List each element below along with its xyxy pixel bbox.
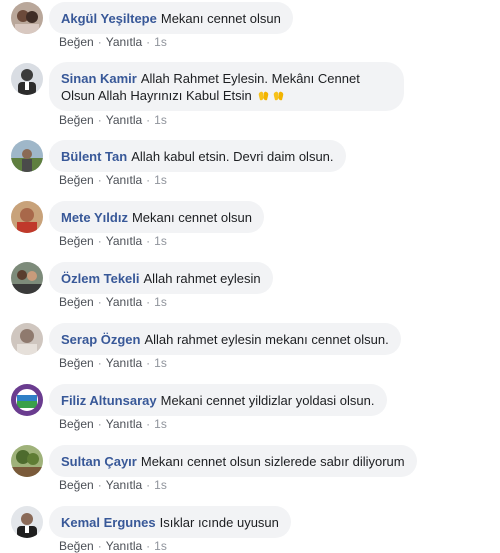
- timestamp[interactable]: 1s: [154, 234, 167, 248]
- comment-bubble: Serap Özgen Allah rahmet eylesin mekanı c…: [49, 323, 401, 355]
- timestamp[interactable]: 1s: [154, 35, 167, 49]
- separator: ·: [97, 478, 102, 492]
- comment-bubble: Filiz Altunsaray Mekani cennet yildizlar …: [49, 384, 387, 416]
- avatar[interactable]: [11, 2, 43, 34]
- separator: ·: [97, 113, 102, 127]
- separator: ·: [146, 417, 151, 431]
- comment-actions: Beğen · Yanıtla · 1s: [59, 417, 167, 431]
- separator: ·: [97, 417, 102, 431]
- author-name[interactable]: Sinan Kamir: [61, 71, 137, 86]
- like-link[interactable]: Beğen: [59, 113, 94, 127]
- separator: ·: [146, 539, 151, 553]
- comment-bubble: Sultan Çayır Mekanı cennet olsun sizlered…: [49, 445, 417, 477]
- separator: ·: [97, 356, 102, 370]
- timestamp[interactable]: 1s: [154, 173, 167, 187]
- author-name[interactable]: Özlem Tekeli: [61, 271, 140, 286]
- separator: ·: [97, 35, 102, 49]
- avatar[interactable]: [11, 384, 43, 416]
- like-link[interactable]: Beğen: [59, 539, 94, 553]
- separator: ·: [97, 234, 102, 248]
- comment-bubble: Mete Yıldız Mekanı cennet olsun: [49, 201, 264, 233]
- reply-link[interactable]: Yanıtla: [106, 173, 142, 187]
- comment-text: Allah rahmet eylesin mekanı cennet olsun…: [144, 332, 389, 347]
- comment-text: Allah kabul etsin. Devri daim olsun.: [131, 149, 334, 164]
- separator: ·: [146, 35, 151, 49]
- separator: ·: [146, 478, 151, 492]
- comment-text: Allah rahmet eylesin: [143, 271, 261, 286]
- comment-actions: Beğen · Yanıtla · 1s: [59, 356, 167, 370]
- avatar[interactable]: [11, 506, 43, 538]
- comment-actions: Beğen · Yanıtla · 1s: [59, 478, 167, 492]
- reply-link[interactable]: Yanıtla: [106, 539, 142, 553]
- avatar[interactable]: [11, 201, 43, 233]
- reply-link[interactable]: Yanıtla: [106, 356, 142, 370]
- separator: ·: [97, 173, 102, 187]
- comment-actions: Beğen · Yanıtla · 1s: [59, 295, 167, 309]
- comment-text: Mekani cennet yildizlar yoldasi olsun.: [160, 393, 375, 408]
- timestamp[interactable]: 1s: [154, 417, 167, 431]
- like-link[interactable]: Beğen: [59, 295, 94, 309]
- reply-link[interactable]: Yanıtla: [106, 113, 142, 127]
- avatar[interactable]: [11, 63, 43, 95]
- comment-actions: Beğen · Yanıtla · 1s: [59, 234, 167, 248]
- separator: ·: [97, 539, 102, 553]
- comment-actions: Beğen · Yanıtla · 1s: [59, 173, 167, 187]
- avatar[interactable]: [11, 140, 43, 172]
- like-link[interactable]: Beğen: [59, 35, 94, 49]
- comment-text: Mekanı cennet olsun sizlerede sabır dili…: [140, 454, 405, 469]
- timestamp[interactable]: 1s: [154, 539, 167, 553]
- like-link[interactable]: Beğen: [59, 234, 94, 248]
- author-name[interactable]: Bülent Tan: [61, 149, 127, 164]
- author-name[interactable]: Kemal Ergunes: [61, 515, 156, 530]
- timestamp[interactable]: 1s: [154, 113, 167, 127]
- hands-icon: [257, 89, 270, 102]
- timestamp[interactable]: 1s: [154, 295, 167, 309]
- separator: ·: [146, 173, 151, 187]
- reply-link[interactable]: Yanıtla: [106, 35, 142, 49]
- separator: ·: [97, 295, 102, 309]
- comment-bubble: Bülent Tan Allah kabul etsin. Devri daim …: [49, 140, 346, 172]
- like-link[interactable]: Beğen: [59, 478, 94, 492]
- avatar[interactable]: [11, 262, 43, 294]
- author-name[interactable]: Sultan Çayır: [61, 454, 137, 469]
- comment-text: Mekanı cennet olsun: [160, 11, 281, 26]
- like-link[interactable]: Beğen: [59, 356, 94, 370]
- comment-bubble: Sinan Kamir Allah Rahmet Eylesin. Mekânı …: [49, 62, 404, 111]
- reply-link[interactable]: Yanıtla: [106, 234, 142, 248]
- separator: ·: [146, 295, 151, 309]
- author-name[interactable]: Serap Özgen: [61, 332, 140, 347]
- author-name[interactable]: Akgül Yeşiltepe: [61, 11, 157, 26]
- like-link[interactable]: Beğen: [59, 173, 94, 187]
- comment-text: Mekanı cennet olsun: [131, 210, 252, 225]
- separator: ·: [146, 234, 151, 248]
- hands-icon: [272, 89, 285, 102]
- comment-bubble: Kemal Ergunes Isıklar ıcınde uyusun: [49, 506, 291, 538]
- avatar[interactable]: [11, 323, 43, 355]
- comment-bubble: Akgül Yeşiltepe Mekanı cennet olsun: [49, 2, 293, 34]
- comment-text: Isıklar ıcınde uyusun: [159, 515, 279, 530]
- like-link[interactable]: Beğen: [59, 417, 94, 431]
- comment-actions: Beğen · Yanıtla · 1s: [59, 35, 167, 49]
- comment-actions: Beğen · Yanıtla · 1s: [59, 539, 167, 553]
- separator: ·: [146, 356, 151, 370]
- comment-bubble: Özlem Tekeli Allah rahmet eylesin: [49, 262, 273, 294]
- author-name[interactable]: Filiz Altunsaray: [61, 393, 157, 408]
- separator: ·: [146, 113, 151, 127]
- timestamp[interactable]: 1s: [154, 356, 167, 370]
- avatar[interactable]: [11, 445, 43, 477]
- reply-link[interactable]: Yanıtla: [106, 295, 142, 309]
- comment-actions: Beğen · Yanıtla · 1s: [59, 113, 167, 127]
- reply-link[interactable]: Yanıtla: [106, 478, 142, 492]
- reply-link[interactable]: Yanıtla: [106, 417, 142, 431]
- timestamp[interactable]: 1s: [154, 478, 167, 492]
- author-name[interactable]: Mete Yıldız: [61, 210, 128, 225]
